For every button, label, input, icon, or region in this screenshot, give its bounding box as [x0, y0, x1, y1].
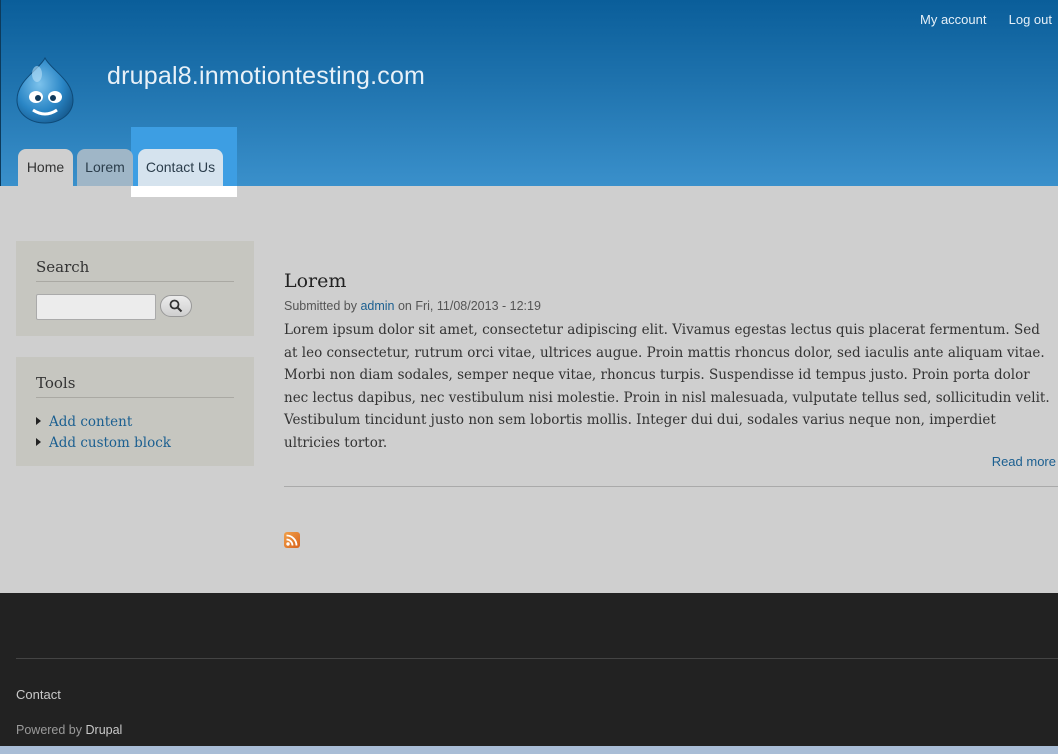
tab-home[interactable]: Home: [18, 149, 73, 186]
submitted-info: Submitted by admin on Fri, 11/08/2013 - …: [284, 299, 1056, 313]
powered-by: Powered by Drupal: [16, 723, 122, 737]
submitted-prefix: Submitted by: [284, 299, 357, 313]
site-name[interactable]: drupal8.inmotiontesting.com: [107, 62, 425, 91]
contact-tab-highlight-outline: [131, 186, 237, 197]
list-item: Add content: [36, 410, 234, 431]
site-footer: Contact Powered by Drupal: [0, 593, 1058, 746]
add-content-link[interactable]: Add content: [49, 414, 132, 430]
log-out-link[interactable]: Log out: [1009, 12, 1052, 27]
article-node: Lorem Submitted by admin on Fri, 11/08/2…: [284, 270, 1056, 469]
powered-by-prefix: Powered by: [16, 723, 83, 737]
add-custom-block-link[interactable]: Add custom block: [49, 435, 171, 451]
drupal-drop-icon[interactable]: [15, 56, 75, 124]
rss-feed-icon[interactable]: [284, 532, 300, 548]
submitted-date: on Fri, 11/08/2013 - 12:19: [397, 299, 541, 313]
search-block-title: Search: [36, 258, 234, 282]
drupal-link[interactable]: Drupal: [86, 723, 123, 737]
tab-contact-us[interactable]: Contact Us: [138, 149, 223, 186]
footer-divider: [16, 658, 1058, 659]
secondary-menu: My account Log out: [902, 12, 1052, 28]
my-account-link[interactable]: My account: [920, 12, 986, 27]
node-title[interactable]: Lorem: [284, 270, 1056, 292]
window-bottom-strip: [0, 746, 1058, 754]
tab-lorem[interactable]: Lorem: [77, 149, 133, 186]
search-form: [36, 294, 234, 320]
footer-contact-link[interactable]: Contact: [16, 687, 61, 702]
author-link[interactable]: admin: [360, 299, 394, 313]
tools-list: Add content Add custom block: [36, 410, 234, 452]
node-divider: [284, 486, 1058, 487]
search-block: Search: [16, 241, 254, 336]
search-input[interactable]: [36, 294, 156, 320]
tools-block: Tools Add content Add custom block: [16, 357, 254, 466]
bullet-arrow-icon: [36, 438, 41, 446]
search-button[interactable]: [160, 295, 192, 317]
read-more-link[interactable]: Read more: [992, 454, 1056, 469]
list-item: Add custom block: [36, 431, 234, 452]
search-icon: [169, 299, 183, 313]
bullet-arrow-icon: [36, 417, 41, 425]
node-body: Lorem ipsum dolor sit amet, consectetur …: [284, 322, 1050, 451]
tools-block-title: Tools: [36, 374, 234, 398]
